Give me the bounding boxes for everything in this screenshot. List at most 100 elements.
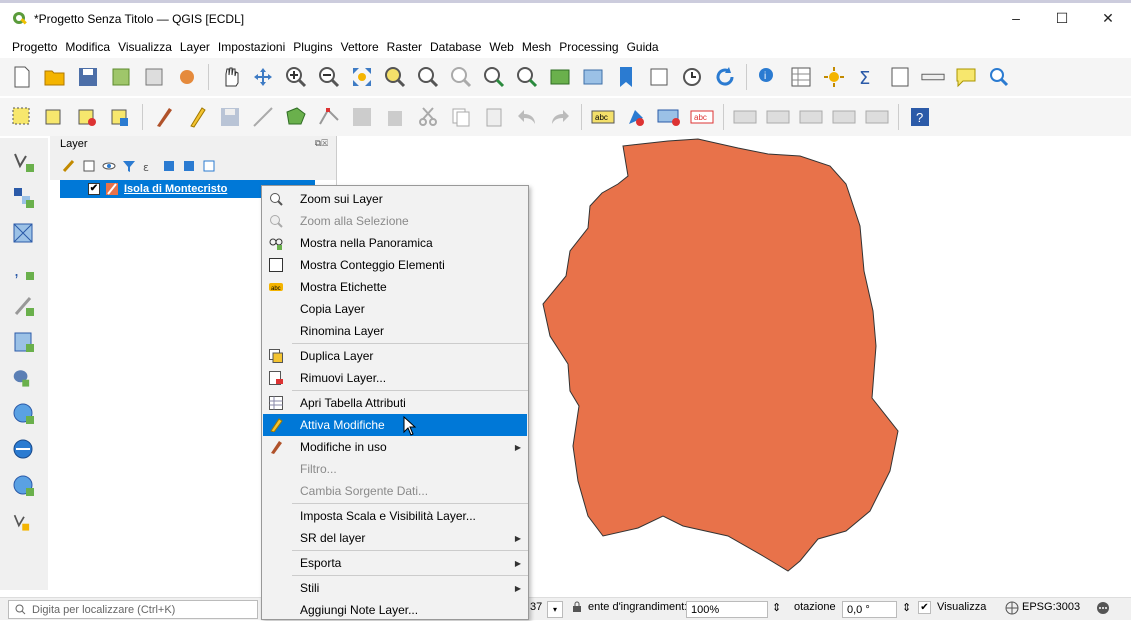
rotation-input[interactable]: 0,0 ° — [842, 601, 897, 618]
highlight-label-icon[interactable]: abc — [690, 105, 714, 129]
show-hide-label-icon[interactable] — [766, 105, 790, 129]
label-properties-icon[interactable] — [865, 105, 889, 129]
messages-icon[interactable] — [1096, 601, 1110, 615]
pan-hand-icon[interactable] — [218, 65, 242, 89]
menu-layer[interactable]: Layer — [180, 40, 210, 54]
copy-features-icon[interactable] — [449, 105, 473, 129]
expand-all-icon[interactable] — [162, 159, 176, 173]
add-wcs-layer-icon[interactable] — [12, 474, 36, 498]
new-map-view-icon[interactable] — [548, 65, 572, 89]
add-postgis-icon[interactable] — [12, 366, 36, 390]
new-print-layout-icon[interactable] — [109, 65, 133, 89]
add-group-icon[interactable] — [82, 159, 96, 173]
scale-dropdown-button[interactable]: ▾ — [547, 601, 563, 618]
clock-icon[interactable] — [680, 65, 704, 89]
zoom-layer-icon[interactable] — [416, 65, 440, 89]
add-spatialite-icon[interactable] — [12, 330, 36, 354]
menu-item-filter[interactable]: Filtro... — [263, 458, 527, 480]
menu-processing[interactable]: Processing — [559, 40, 618, 54]
menu-raster[interactable]: Raster — [387, 40, 422, 54]
new-project-icon[interactable] — [10, 65, 34, 89]
scale-value[interactable]: 37 — [530, 601, 542, 613]
menu-item-copy-layer[interactable]: Copia Layer — [263, 298, 527, 320]
gear-sun-icon[interactable] — [822, 65, 846, 89]
label-rules-icon[interactable] — [624, 105, 648, 129]
new-bookmark-icon[interactable] — [614, 65, 638, 89]
digitize-line-icon[interactable] — [251, 105, 275, 129]
remove-layer-icon[interactable] — [202, 159, 216, 173]
save-edits-icon[interactable] — [218, 105, 242, 129]
menu-item-styles[interactable]: Stili ▶ — [263, 577, 527, 599]
select-location-icon[interactable] — [109, 105, 133, 129]
menu-modifica[interactable]: Modifica — [65, 40, 110, 54]
cut-features-icon[interactable] — [416, 105, 440, 129]
menu-database[interactable]: Database — [430, 40, 481, 54]
undo-icon[interactable] — [515, 105, 539, 129]
menu-item-zoom-layer[interactable]: Zoom sui Layer — [263, 188, 527, 210]
add-wfs-layer-icon[interactable] — [12, 438, 36, 462]
minimize-button[interactable]: – — [993, 3, 1039, 33]
menu-progetto[interactable]: Progetto — [12, 40, 57, 54]
menu-guida[interactable]: Guida — [627, 40, 659, 54]
zoom-in-icon[interactable] — [284, 65, 308, 89]
menu-item-zoom-selection[interactable]: Zoom alla Selezione — [263, 210, 527, 232]
add-wms-layer-icon[interactable] — [12, 402, 36, 426]
zoom-out-icon[interactable] — [317, 65, 341, 89]
filter-expression-icon[interactable]: ε — [142, 159, 156, 173]
modify-attributes-icon[interactable] — [350, 105, 374, 129]
filter-icon[interactable] — [122, 159, 136, 173]
menu-vettore[interactable]: Vettore — [341, 40, 379, 54]
statistics-sigma-icon[interactable]: Σ — [855, 65, 879, 89]
menu-item-duplicate-layer[interactable]: Duplica Layer — [263, 345, 527, 367]
menu-item-layer-crs[interactable]: SR del layer ▶ — [263, 527, 527, 549]
add-geopackage-icon[interactable] — [12, 294, 36, 318]
menu-plugins[interactable]: Plugins — [293, 40, 332, 54]
zoom-native-icon[interactable] — [449, 65, 473, 89]
pin-label-icon[interactable] — [657, 105, 681, 129]
annotation-icon[interactable] — [954, 65, 978, 89]
identify-features-icon[interactable]: i — [756, 65, 780, 89]
toggle-editing-icon[interactable] — [185, 105, 209, 129]
menu-visualizza[interactable]: Visualizza — [118, 40, 172, 54]
delete-selected-icon[interactable] — [383, 105, 407, 129]
magnifier-input[interactable]: 100% — [686, 601, 768, 618]
menu-item-current-edits[interactable]: Modifiche in uso ▶ — [263, 436, 527, 458]
deselect-icon[interactable] — [76, 105, 100, 129]
menu-item-show-overview[interactable]: Mostra nella Panoramica — [263, 232, 527, 254]
menu-item-open-attribute-table[interactable]: Apri Tabella Attributi — [263, 392, 527, 414]
magnifier-spin-icon[interactable]: ⇕ — [772, 601, 781, 614]
save-project-icon[interactable] — [76, 65, 100, 89]
menu-item-show-feature-count[interactable]: Mostra Conteggio Elementi — [263, 254, 527, 276]
vertex-tool-icon[interactable] — [317, 105, 341, 129]
redo-icon[interactable] — [548, 105, 572, 129]
menu-item-change-data-source[interactable]: Cambia Sorgente Dati... — [263, 480, 527, 502]
zoom-last-icon[interactable] — [482, 65, 506, 89]
show-bookmarks-icon[interactable] — [647, 65, 671, 89]
locator-search-input[interactable]: Digita per localizzare (Ctrl+K) — [8, 600, 258, 619]
menu-impostazioni[interactable]: Impostazioni — [218, 40, 285, 54]
menu-mesh[interactable]: Mesh — [522, 40, 551, 54]
menu-item-add-layer-notes[interactable]: Aggiungi Note Layer... — [263, 599, 527, 621]
menu-item-show-labels[interactable]: abc Mostra Etichette — [263, 276, 527, 298]
collapse-all-icon[interactable] — [182, 159, 196, 173]
select-features-icon[interactable] — [10, 105, 34, 129]
layer-visibility-checkbox[interactable]: ✔ — [88, 183, 100, 195]
lock-scale-icon[interactable] — [572, 601, 582, 613]
panel-float-close-icon[interactable]: ⧉☒ — [315, 138, 328, 149]
style-paint-icon[interactable] — [62, 159, 76, 173]
eye-icon[interactable] — [102, 159, 116, 173]
menu-item-rename-layer[interactable]: Rinomina Layer — [263, 320, 527, 342]
current-edits-icon[interactable] — [152, 105, 176, 129]
add-mesh-layer-icon[interactable] — [12, 222, 36, 246]
help-icon[interactable]: ? — [908, 105, 932, 129]
attribute-table-icon[interactable] — [789, 65, 813, 89]
temporal-controller-icon[interactable] — [581, 65, 605, 89]
paste-features-icon[interactable] — [482, 105, 506, 129]
rotation-spin-icon[interactable]: ⇕ — [902, 601, 911, 614]
crs-globe-icon[interactable] — [1005, 601, 1019, 615]
pan-to-selection-icon[interactable] — [251, 65, 275, 89]
menu-item-toggle-editing[interactable]: Attiva Modifiche — [263, 414, 527, 436]
menu-item-remove-layer[interactable]: Rimuovi Layer... — [263, 367, 527, 389]
change-label-icon[interactable] — [832, 105, 856, 129]
layout-manager-icon[interactable] — [142, 65, 166, 89]
